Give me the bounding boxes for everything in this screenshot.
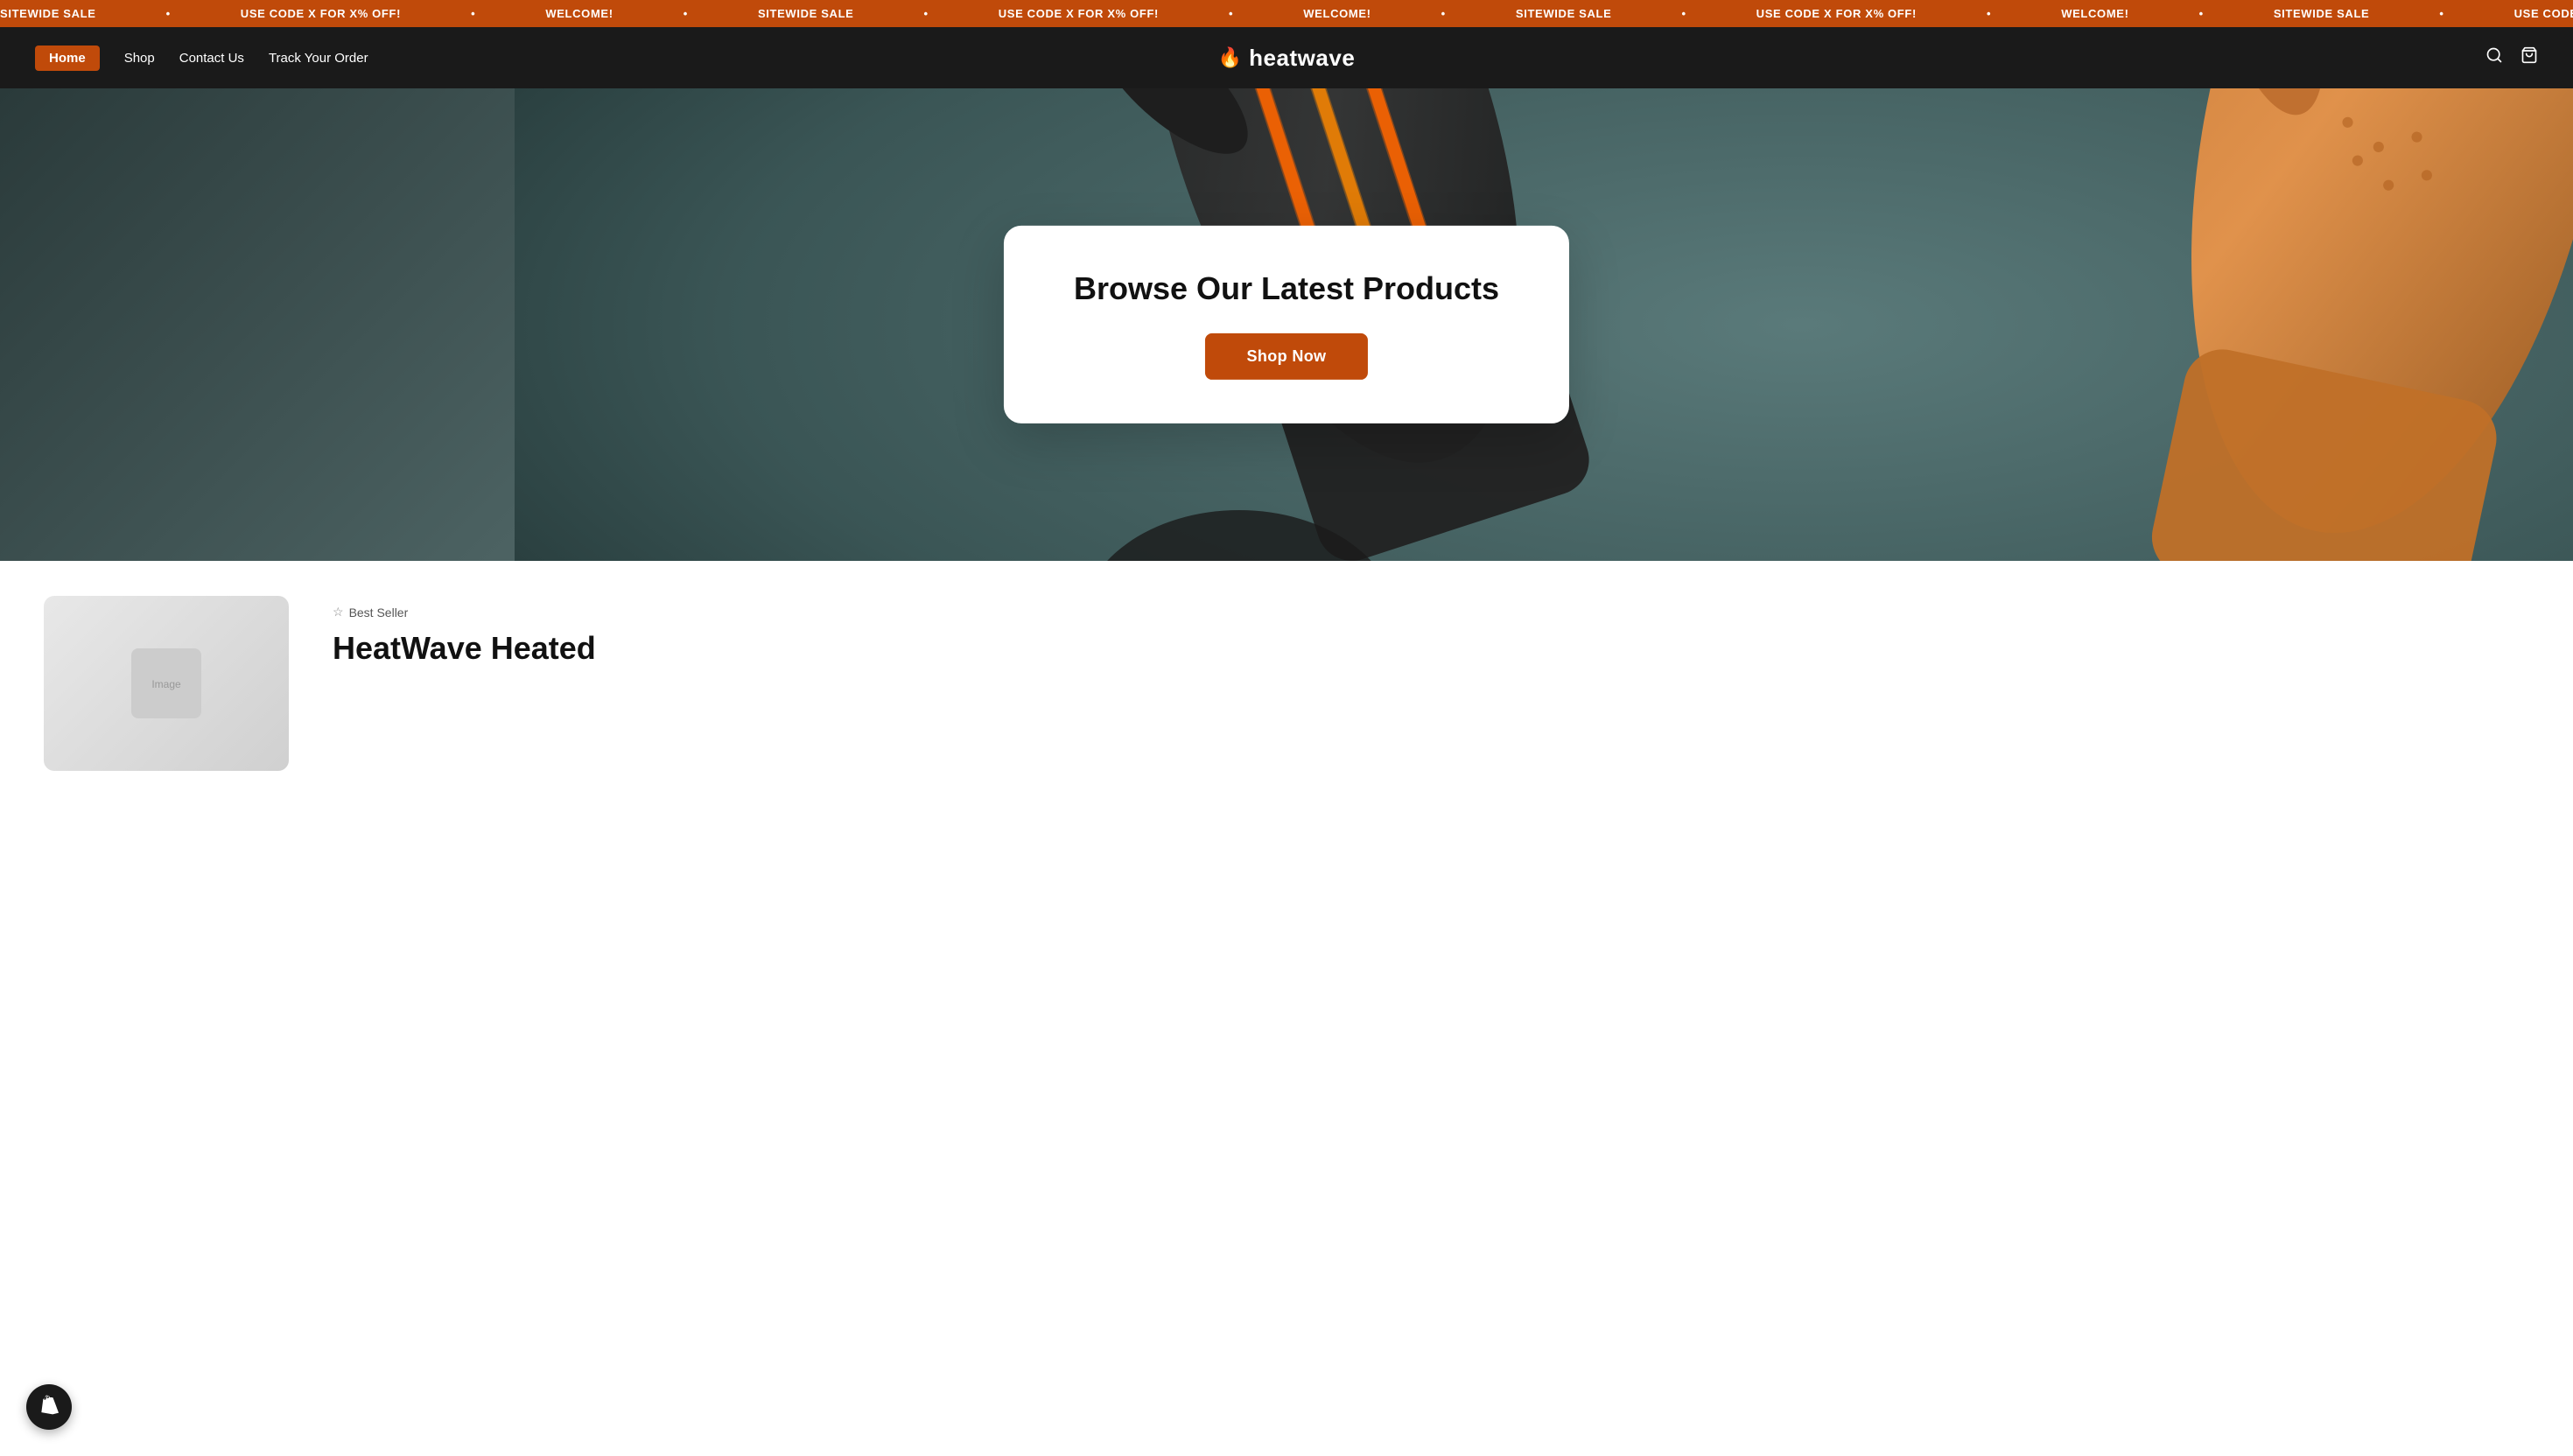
announcement-separator: • [924, 7, 929, 20]
navbar: Home Shop Contact Us Track Your Order 🔥 … [0, 27, 2573, 88]
svg-text:Image: Image [151, 678, 181, 690]
announcement-item: WELCOME! [545, 7, 613, 20]
best-seller-badge: ☆ Best Seller [333, 605, 2538, 620]
announcement-separator: • [1681, 7, 1686, 20]
product-image-placeholder: Image [44, 596, 289, 771]
nav-left: Home Shop Contact Us Track Your Order [35, 46, 368, 71]
announcement-separator: • [1229, 7, 1233, 20]
shopify-badge[interactable] [26, 1384, 72, 1430]
announcement-item: USE CODE X FOR X% OFF! [999, 7, 1159, 20]
announcement-separator: • [1441, 7, 1446, 20]
brand-name: heatwave [1249, 45, 1355, 72]
brand-logo[interactable]: 🔥 heatwave [1218, 45, 1356, 72]
shop-link[interactable]: Shop [124, 51, 155, 66]
announcement-item: USE CODE X FOR X% OFF! [2514, 7, 2573, 20]
hero-section: Browse Our Latest Products Shop Now [0, 88, 2573, 561]
track-order-link[interactable]: Track Your Order [269, 51, 368, 66]
announcement-bar: SITEWIDE SALE • USE CODE X FOR X% OFF! •… [0, 0, 2573, 27]
contact-link[interactable]: Contact Us [179, 51, 244, 66]
announcement-item: SITEWIDE SALE [758, 7, 854, 20]
announcement-separator: • [2199, 7, 2204, 20]
cart-icon[interactable] [2520, 46, 2538, 69]
shop-now-button[interactable]: Shop Now [1205, 333, 1369, 380]
placeholder-icon: Image [131, 648, 201, 718]
announcement-item: SITEWIDE SALE [2274, 7, 2370, 20]
below-hero-section: Image ☆ Best Seller HeatWave Heated [0, 561, 2573, 771]
announcement-item: USE CODE X FOR X% OFF! [1756, 7, 1917, 20]
announcement-item: SITEWIDE SALE [0, 7, 96, 20]
announcement-item: WELCOME! [2061, 7, 2128, 20]
announcement-item: USE CODE X FOR X% OFF! [241, 7, 401, 20]
announcement-item: WELCOME! [1303, 7, 1371, 20]
shopify-icon [37, 1395, 61, 1419]
home-button[interactable]: Home [35, 46, 100, 71]
product-preview-left: Image [35, 596, 298, 771]
product-info-right: ☆ Best Seller HeatWave Heated [333, 596, 2538, 771]
announcement-item: SITEWIDE SALE [1516, 7, 1612, 20]
hero-card: Browse Our Latest Products Shop Now [1004, 226, 1569, 424]
flame-icon: 🔥 [1218, 46, 1242, 69]
announcement-separator: • [684, 7, 688, 20]
announcement-separator: • [471, 7, 475, 20]
best-seller-label: Best Seller [349, 606, 409, 620]
hero-title: Browse Our Latest Products [1074, 270, 1499, 307]
announcement-separator: • [166, 7, 171, 20]
nav-right [2485, 46, 2538, 69]
announcement-track: SITEWIDE SALE • USE CODE X FOR X% OFF! •… [0, 7, 2573, 20]
search-icon[interactable] [2485, 46, 2503, 69]
product-title: HeatWave Heated [333, 630, 2538, 666]
announcement-separator: • [2439, 7, 2443, 20]
star-icon: ☆ [333, 605, 344, 620]
announcement-separator: • [1987, 7, 1991, 20]
